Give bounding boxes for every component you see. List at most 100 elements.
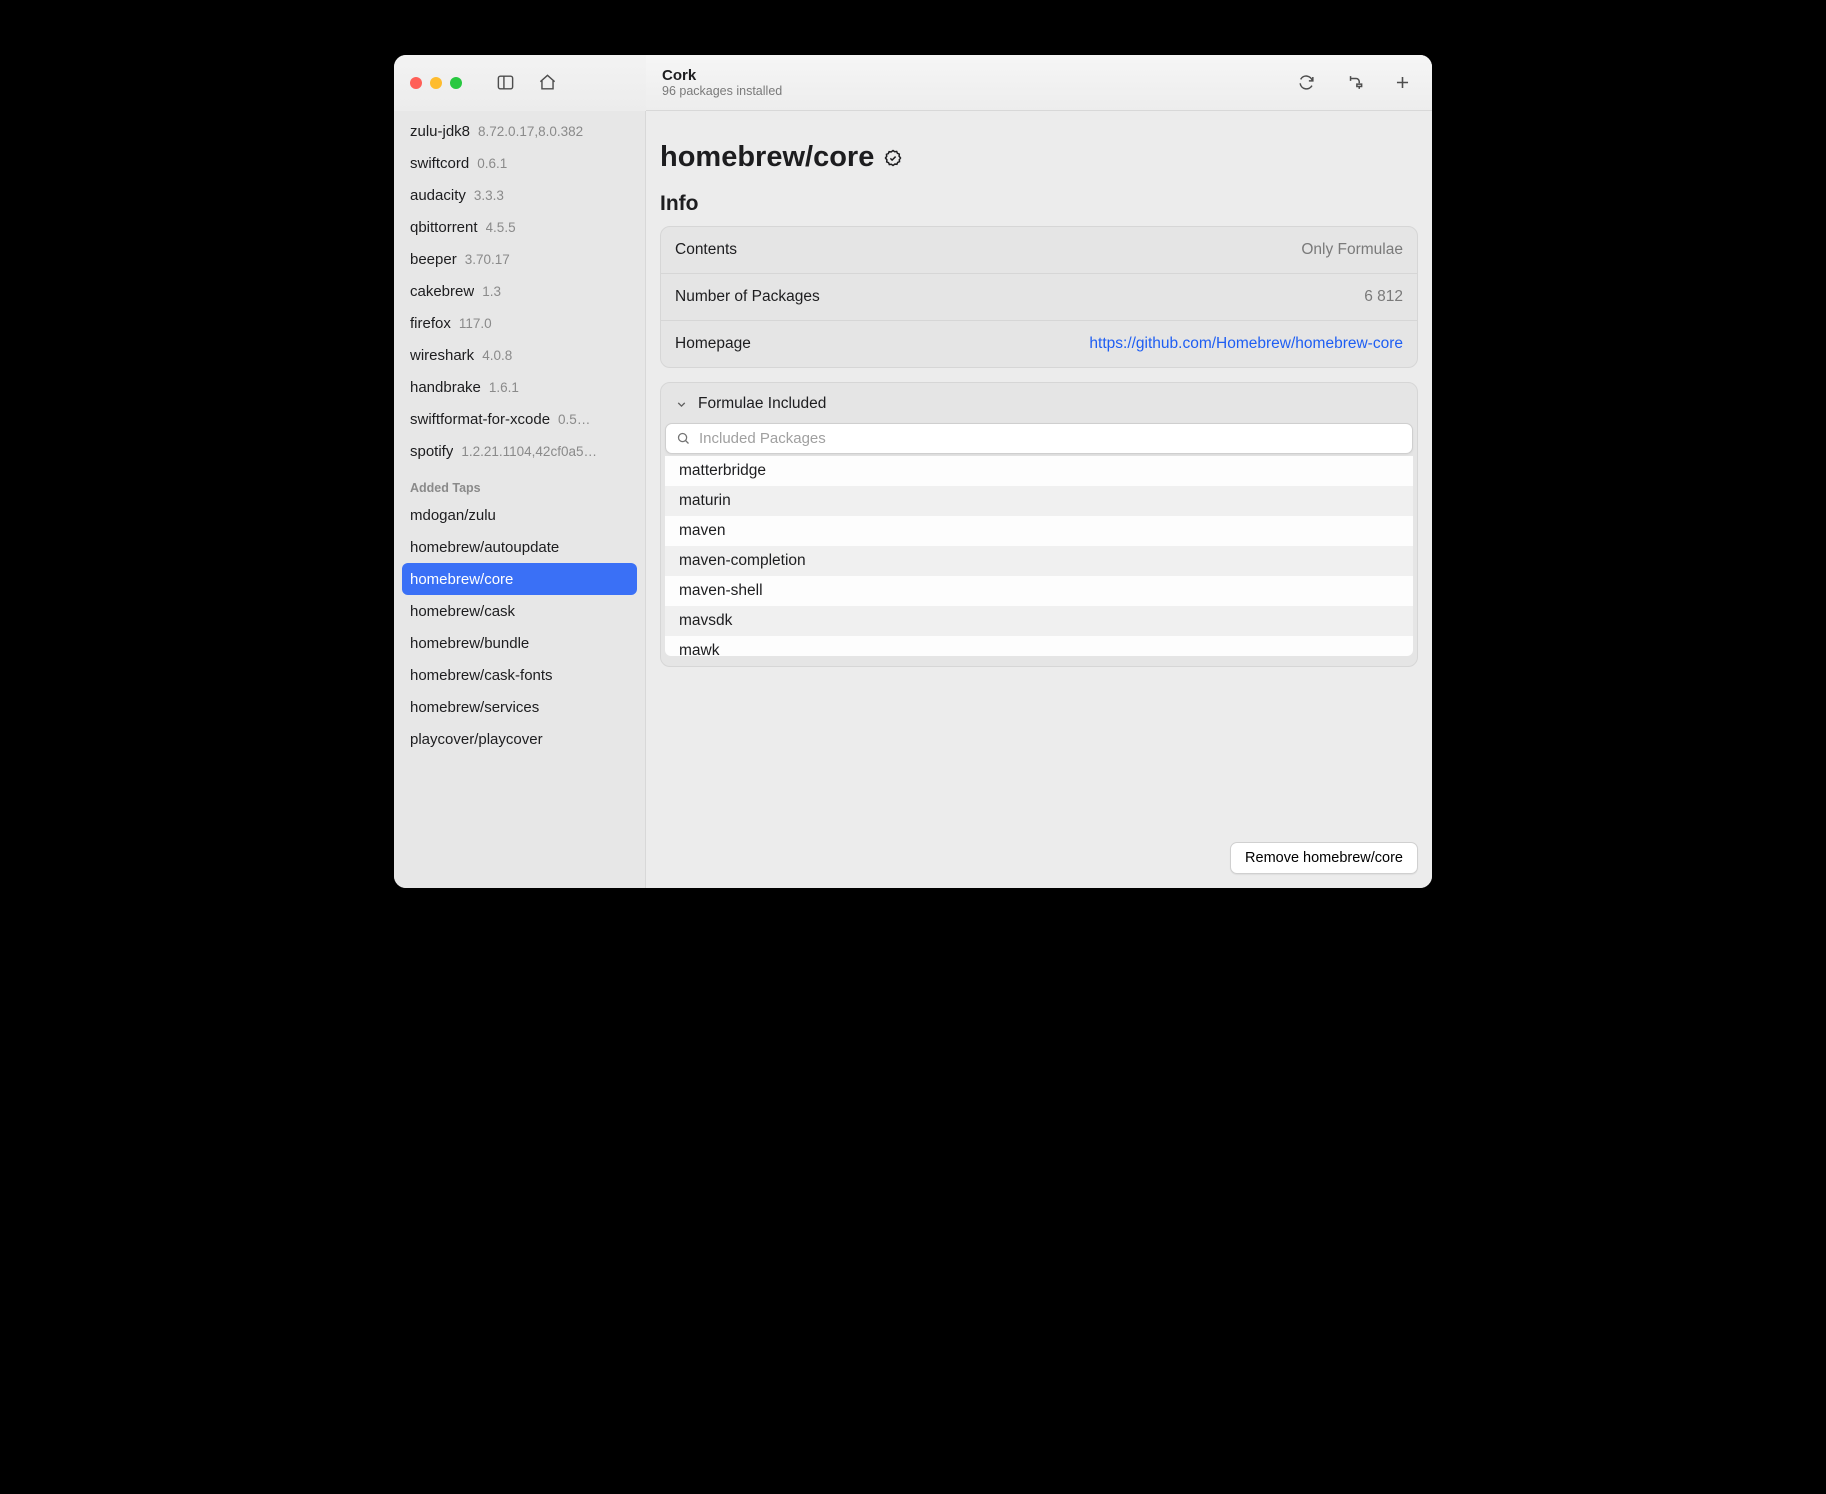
sidebar-package-item[interactable]: zulu-jdk8 8.72.0.17,8.0.382 — [402, 115, 637, 147]
toolbar-actions — [1292, 68, 1416, 98]
sidebar-item-version: 4.5.5 — [486, 220, 516, 235]
sidebar-tap-item[interactable]: homebrew/cask-fonts — [402, 659, 637, 691]
sidebar-package-item[interactable]: wireshark 4.0.8 — [402, 339, 637, 371]
toolbar-right: Cork 96 packages installed — [646, 55, 1432, 111]
window-controls — [410, 77, 462, 89]
sidebar-package-item[interactable]: swiftformat-for-xcode 0.5… — [402, 403, 637, 435]
close-window-button[interactable] — [410, 77, 422, 89]
sidebar-item-name: swiftformat-for-xcode — [410, 411, 550, 428]
formulae-item[interactable]: maven-shell — [665, 576, 1413, 606]
home-button[interactable] — [530, 68, 564, 98]
sidebar-tap-item[interactable]: homebrew/core — [402, 563, 637, 595]
sidebar-item-name: wireshark — [410, 347, 474, 364]
homepage-link[interactable]: https://github.com/Homebrew/homebrew-cor… — [1089, 335, 1403, 353]
info-row-homepage: Homepage https://github.com/Homebrew/hom… — [661, 321, 1417, 367]
info-row-contents: Contents Only Formulae — [661, 227, 1417, 274]
sidebar-item-name: firefox — [410, 315, 451, 332]
sidebar-item-version: 117.0 — [459, 316, 492, 331]
formulae-item[interactable]: matterbridge — [665, 456, 1413, 486]
sidebar-item-name: homebrew/core — [410, 571, 513, 588]
sidebar-item-name: zulu-jdk8 — [410, 123, 470, 140]
formulae-item[interactable]: maturin — [665, 486, 1413, 516]
info-value: Only Formulae — [1301, 241, 1403, 259]
sidebar-item-name: mdogan/zulu — [410, 507, 496, 524]
chevron-down-icon — [675, 398, 688, 411]
sidebar-item-version: 1.6.1 — [489, 380, 519, 395]
sidebar-item-name: beeper — [410, 251, 457, 268]
sidebar-item-version: 0.5… — [558, 412, 590, 427]
sidebar-tap-item[interactable]: homebrew/bundle — [402, 627, 637, 659]
formulae-item[interactable]: mavsdk — [665, 606, 1413, 636]
sidebar-item-name: homebrew/cask-fonts — [410, 667, 553, 684]
info-row-count: Number of Packages 6 812 — [661, 274, 1417, 321]
sidebar-item-version: 3.70.17 — [465, 252, 510, 267]
body: zulu-jdk8 8.72.0.17,8.0.382 swiftcord 0.6.1… — [394, 111, 1432, 888]
formulae-item[interactable]: mawk — [665, 636, 1413, 656]
toggle-sidebar-button[interactable] — [488, 68, 522, 98]
info-card: Contents Only Formulae Number of Package… — [660, 226, 1418, 368]
sidebar-item-version: 8.72.0.17,8.0.382 — [478, 124, 583, 139]
sidebar-package-item[interactable]: beeper 3.70.17 — [402, 243, 637, 275]
search-input[interactable] — [699, 430, 1402, 447]
refresh-button[interactable] — [1292, 68, 1320, 98]
sidebar-tap-item[interactable]: playcover/playcover — [402, 723, 637, 755]
sidebar-item-version: 1.2.21.1104,42cf0a5… — [461, 444, 597, 459]
page-title: homebrew/core — [660, 141, 1418, 174]
sidebar-item-version: 1.3 — [482, 284, 501, 299]
sidebar-package-item[interactable]: qbittorrent 4.5.5 — [402, 211, 637, 243]
remove-tap-button[interactable]: Remove homebrew/core — [1230, 842, 1418, 874]
sidebar-package-item[interactable]: firefox 117.0 — [402, 307, 637, 339]
app-subtitle: 96 packages installed — [662, 84, 782, 98]
sidebar-item-name: spotify — [410, 443, 453, 460]
formulae-card: Formulae Included matterbridgematurinmav… — [660, 382, 1418, 667]
info-value: 6 812 — [1364, 288, 1403, 306]
zoom-window-button[interactable] — [450, 77, 462, 89]
search-field[interactable] — [665, 423, 1413, 454]
sidebar-item-version: 0.6.1 — [477, 156, 507, 171]
info-heading: Info — [660, 192, 1418, 216]
sidebar-tap-item[interactable]: homebrew/services — [402, 691, 637, 723]
sidebar-item-name: cakebrew — [410, 283, 474, 300]
sidebar-package-item[interactable]: handbrake 1.6.1 — [402, 371, 637, 403]
sidebar-tap-item[interactable]: mdogan/zulu — [402, 499, 637, 531]
minimize-window-button[interactable] — [430, 77, 442, 89]
sidebar-package-item[interactable]: spotify 1.2.21.1104,42cf0a5… — [402, 435, 637, 467]
search-icon — [676, 431, 691, 446]
footer: Remove homebrew/core — [1230, 842, 1418, 874]
sidebar-package-item[interactable]: cakebrew 1.3 — [402, 275, 637, 307]
info-label: Number of Packages — [675, 288, 820, 306]
sidebar-item-name: homebrew/autoupdate — [410, 539, 559, 556]
sidebar-package-item[interactable]: swiftcord 0.6.1 — [402, 147, 637, 179]
app-window: Cork 96 packages installed zulu-jdk8 8.72… — [394, 55, 1432, 888]
sidebar-item-name: playcover/playcover — [410, 731, 543, 748]
formulae-heading: Formulae Included — [698, 395, 826, 413]
sidebar-tap-item[interactable]: homebrew/cask — [402, 595, 637, 627]
formulae-item[interactable]: maven-completion — [665, 546, 1413, 576]
sidebar-item-name: handbrake — [410, 379, 481, 396]
add-button[interactable] — [1388, 68, 1416, 98]
main-pane: homebrew/core Info Contents Only Formula… — [646, 111, 1432, 888]
sidebar-item-name: homebrew/services — [410, 699, 539, 716]
info-label: Contents — [675, 241, 737, 259]
tap-name: homebrew/core — [660, 141, 874, 174]
formulae-disclosure[interactable]: Formulae Included — [661, 383, 1417, 423]
sidebar[interactable]: zulu-jdk8 8.72.0.17,8.0.382 swiftcord 0.6.1… — [394, 111, 646, 888]
sidebar-item-name: swiftcord — [410, 155, 469, 172]
app-title: Cork — [662, 67, 782, 84]
sidebar-section-header: Added Taps — [402, 467, 637, 499]
sidebar-package-item[interactable]: audacity 3.3.3 — [402, 179, 637, 211]
sidebar-tap-item[interactable]: homebrew/autoupdate — [402, 531, 637, 563]
title-block: Cork 96 packages installed — [662, 67, 782, 99]
sidebar-item-name: qbittorrent — [410, 219, 478, 236]
sidebar-item-name: homebrew/cask — [410, 603, 515, 620]
verified-icon — [884, 149, 902, 167]
formulae-list[interactable]: matterbridgematurinmavenmaven-completion… — [665, 456, 1413, 656]
sidebar-item-name: audacity — [410, 187, 466, 204]
tap-button[interactable] — [1340, 68, 1368, 98]
sidebar-item-name: homebrew/bundle — [410, 635, 529, 652]
sidebar-item-version: 4.0.8 — [482, 348, 512, 363]
info-label: Homepage — [675, 335, 751, 353]
sidebar-item-version: 3.3.3 — [474, 188, 504, 203]
toolbar: Cork 96 packages installed — [394, 55, 1432, 111]
formulae-item[interactable]: maven — [665, 516, 1413, 546]
